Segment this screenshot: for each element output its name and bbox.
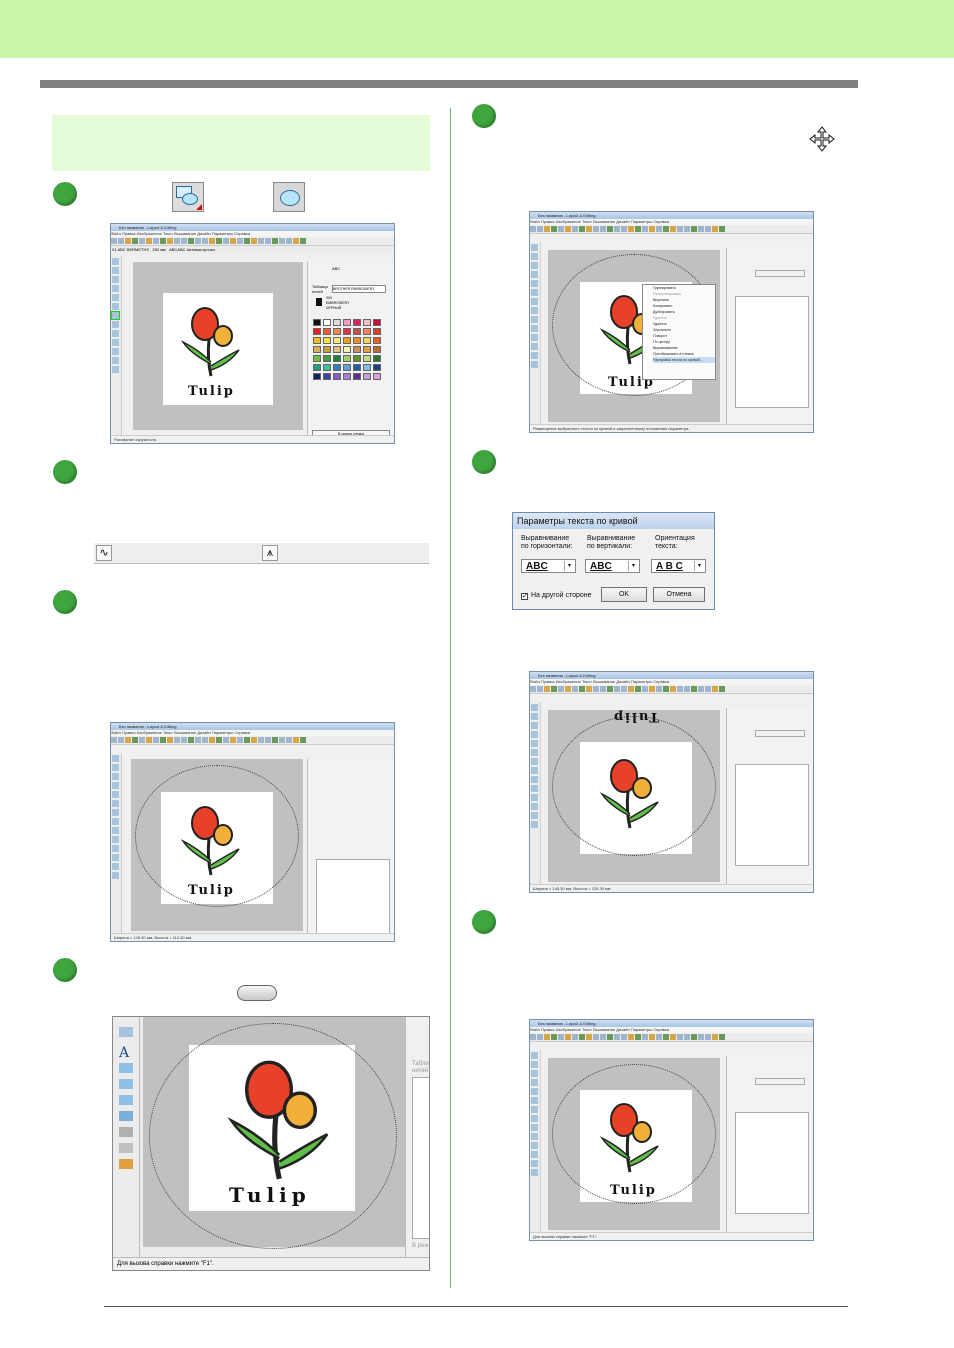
stitch-zigzag-icon[interactable]: ⩚	[262, 545, 278, 561]
footer-rule	[104, 1306, 848, 1307]
status-bar: Для вызова справки нажмите "F1".	[530, 1232, 813, 1240]
step-badge-2	[53, 460, 77, 484]
header-band	[0, 0, 954, 58]
tulip-embroidery	[599, 1103, 659, 1173]
menu-item-text-on-curve[interactable]: Настройка текста по кривой...	[653, 357, 715, 363]
screenshot-text-flipped: Без названия - Layout & Editing Файл Пра…	[529, 671, 814, 893]
status-bar: Рисование окружность	[111, 435, 394, 443]
other-side-checkbox[interactable]: ✓	[521, 593, 528, 600]
toolbar	[111, 237, 394, 246]
title-rule	[40, 80, 858, 88]
step-badge-6	[472, 450, 496, 474]
text-attribute-bar: 01 ABC BERMETHS 250 мм ABCABC Автовыстро…	[111, 246, 394, 254]
horizontal-align-select[interactable]: ABC ▾	[521, 559, 576, 573]
tulip-text: Tulip	[610, 1183, 657, 1198]
thread-table-select[interactable]: BROTHER EMBROIDERY	[332, 285, 386, 293]
tulip-embroidery	[227, 1060, 329, 1180]
step-badge-4	[53, 958, 77, 982]
tulip-embroidery	[180, 806, 240, 876]
step-badge-7	[472, 910, 496, 934]
stitch-line-icon[interactable]: ∿	[96, 545, 112, 561]
step-badge-5	[472, 104, 496, 128]
vertical-align-select[interactable]: ABC ▾	[585, 559, 640, 573]
move-cursor-icon	[809, 126, 835, 152]
tool-column	[111, 256, 122, 435]
tulip-embroidery	[599, 759, 659, 829]
tulip-text: Tulip	[188, 384, 235, 399]
status-bar: Для вызова справки нажмите "F1".	[113, 1257, 429, 1270]
section-heading-box	[52, 115, 430, 171]
key-icon	[237, 985, 277, 1001]
stitch-type-bar: ∿ ⩚	[94, 543, 429, 564]
step-badge-1	[53, 182, 77, 206]
screenshot-final: Без названия - Layout & Editing Файл Пра…	[529, 1019, 814, 1241]
text-on-curve-dialog: Параметры текста по кривой Выравнивание п…	[512, 512, 715, 610]
screenshot-ellipse-drawn: Без названия - Layout & Editing Файл Пра…	[110, 722, 395, 942]
zoomed-screenshot: A Tulip Табли нитей В реж Для вызова спра…	[112, 1016, 430, 1271]
other-side-label: На другой стороне	[531, 592, 592, 599]
tulip-embroidery	[180, 307, 240, 377]
tulip-text-flipped: Tulip	[612, 709, 659, 724]
window-title: Без названия - Layout & Editing	[119, 225, 177, 230]
right-panel: ABC Таблица нитей BROTHER EMBROIDERY 900…	[307, 262, 394, 438]
ok-button[interactable]: OK	[601, 587, 647, 602]
context-menu: Группировать Разгруппировать Вырезать Ко…	[642, 284, 716, 380]
ellipse-icon[interactable]	[273, 182, 305, 212]
thread-palette[interactable]	[313, 319, 381, 380]
tulip-text: Tulip	[229, 1183, 311, 1207]
status-bar: Размещение выбранного текста по кривой и…	[530, 424, 813, 432]
step-badge-3	[53, 590, 77, 614]
dialog-title: Параметры текста по кривой	[513, 513, 714, 529]
screenshot-shape-tool: Без названия - Layout & Editing Файл Пра…	[110, 223, 395, 444]
text-orientation-select[interactable]: A B C ▾	[651, 559, 706, 573]
status-bar: Ширина = 145.30 мм, Высота = 112.80 мм	[111, 933, 394, 941]
screenshot-context-menu: Без названия - Layout & Editing Файл Пра…	[529, 211, 814, 433]
tulip-text: Tulip	[188, 883, 235, 898]
status-bar: Ширина = 145.30 мм, Высота = 129.30 мм	[530, 884, 813, 892]
column-divider	[450, 108, 451, 1288]
shape-tool-icon[interactable]	[172, 182, 204, 212]
cancel-button[interactable]: Отмена	[653, 587, 705, 602]
svg-text:A: A	[118, 1045, 130, 1061]
